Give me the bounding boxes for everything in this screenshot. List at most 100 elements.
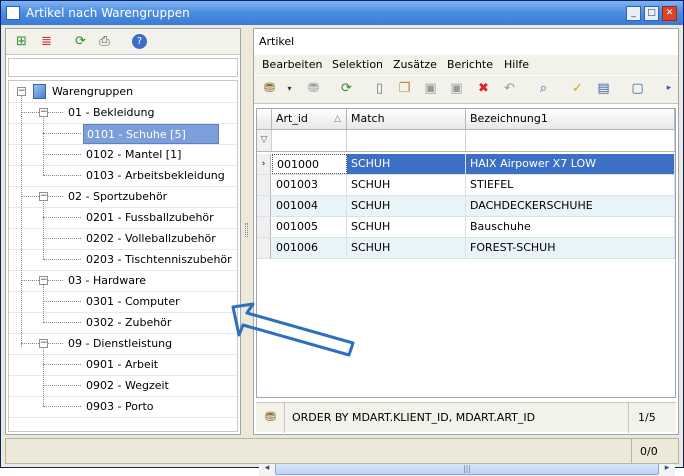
title-bar[interactable]: Artikel nach Warengruppen _ □ ✕ bbox=[1, 1, 683, 25]
current-row-indicator-icon: › bbox=[257, 154, 271, 174]
row-indicator bbox=[257, 217, 271, 237]
refresh-icon[interactable]: ⟳ bbox=[71, 32, 90, 51]
menu-bar: Bearbeiten Selektion Zusätze Berichte Hi… bbox=[254, 55, 678, 75]
cell-art-id[interactable]: 001004 bbox=[272, 196, 347, 216]
cell-art-id[interactable]: 001003 bbox=[272, 175, 347, 195]
table-row[interactable]: 001005 SCHUH Bauschuhe bbox=[257, 217, 675, 238]
edit-list-icon[interactable]: ≣ bbox=[37, 32, 56, 51]
filter-icon: ⛃ bbox=[265, 410, 276, 425]
filter-cell-match[interactable] bbox=[347, 130, 466, 151]
collapse-group-toggle[interactable]: − bbox=[39, 276, 48, 285]
row-indicator bbox=[257, 175, 271, 195]
table-row[interactable]: 001004 SCHUH DACHDECKERSCHUHE bbox=[257, 196, 675, 217]
tree-group[interactable]: 03 - Hardware bbox=[65, 271, 146, 291]
search-icon[interactable]: ⌕ bbox=[534, 79, 553, 98]
tree-item[interactable]: 0201 - Fussballzubehör bbox=[83, 208, 214, 228]
column-header-art-id[interactable]: Art_id △ bbox=[272, 109, 347, 130]
cell-bezeichnung[interactable]: FOREST-SCHUH bbox=[466, 238, 675, 258]
delete-icon[interactable]: ✖ bbox=[474, 79, 493, 98]
cell-bezeichnung[interactable]: HAIX Airpower X7 LOW bbox=[466, 154, 675, 174]
cell-art-id[interactable]: 001006 bbox=[272, 238, 347, 258]
tree-item-selected[interactable]: 0101 - Schuhe [5] bbox=[83, 124, 219, 144]
refresh-icon[interactable]: ⟳ bbox=[337, 79, 356, 98]
tree-item[interactable]: 0102 - Mantel [1] bbox=[83, 145, 181, 165]
collapse-group-toggle[interactable]: − bbox=[39, 108, 48, 117]
tree-panel: ⊞ ≣ ⟳ ⎙ ? − Warengruppen − 01 - Bekleidu… bbox=[5, 28, 241, 435]
new-document-icon[interactable]: ▯ bbox=[370, 79, 389, 98]
column-header-match[interactable]: Match bbox=[347, 109, 466, 130]
cell-match[interactable]: SCHUH bbox=[347, 154, 466, 174]
close-button[interactable]: ✕ bbox=[662, 6, 677, 21]
collapse-root-toggle[interactable]: − bbox=[17, 87, 26, 96]
app-icon bbox=[6, 6, 20, 20]
filter-row-icon: ▽ bbox=[257, 130, 272, 151]
window-title: Artikel nach Warengruppen bbox=[26, 6, 190, 20]
add-node-icon[interactable]: ⊞ bbox=[12, 32, 31, 51]
main-record-counter: 0/0 bbox=[640, 445, 658, 458]
table-row[interactable]: › 001000 SCHUH HAIX Airpower X7 LOW bbox=[257, 154, 675, 175]
more-toolbar-icon[interactable]: ▸ bbox=[662, 79, 676, 98]
row-indicator bbox=[257, 196, 271, 216]
cell-match[interactable]: SCHUH bbox=[347, 196, 466, 216]
minimize-button[interactable]: _ bbox=[626, 6, 641, 21]
menu-bearbeiten[interactable]: Bearbeiten bbox=[262, 58, 322, 71]
filter-cell-bezeichnung[interactable] bbox=[466, 130, 675, 151]
cell-bezeichnung[interactable]: DACHDECKERSCHUHE bbox=[466, 196, 675, 216]
clear-filter-icon[interactable]: ⛃ bbox=[304, 79, 323, 98]
save-icon[interactable]: ▣ bbox=[421, 79, 440, 98]
undo-icon[interactable]: ↶ bbox=[500, 79, 519, 98]
cell-bezeichnung[interactable]: Bauschuhe bbox=[466, 217, 675, 237]
collapse-group-toggle[interactable]: − bbox=[39, 192, 48, 201]
filter-cell-art-id[interactable] bbox=[272, 130, 347, 151]
card-icon[interactable]: ▤ bbox=[594, 79, 613, 98]
tree-group[interactable]: 02 - Sportzubehör bbox=[65, 187, 167, 207]
tree-item[interactable]: 0103 - Arbeitsbekleidung bbox=[83, 166, 225, 186]
tree-item[interactable]: 0903 - Porto bbox=[83, 397, 154, 417]
row-indicator-header bbox=[257, 109, 272, 130]
menu-berichte[interactable]: Berichte bbox=[447, 58, 493, 71]
report-icon[interactable]: ▢ bbox=[628, 79, 647, 98]
table-row[interactable]: 001003 SCHUH STIEFEL bbox=[257, 175, 675, 196]
cell-bezeichnung[interactable]: STIEFEL bbox=[466, 175, 675, 195]
menu-selektion[interactable]: Selektion bbox=[332, 58, 383, 71]
main-status-bar: 0/0 bbox=[5, 438, 679, 464]
cell-match[interactable]: SCHUH bbox=[347, 175, 466, 195]
dropdown-arrow-icon[interactable]: ▾ bbox=[280, 79, 299, 98]
tree-search-field[interactable] bbox=[8, 58, 238, 77]
application-window: Artikel nach Warengruppen _ □ ✕ ⊞ ≣ ⟳ ⎙ … bbox=[0, 0, 684, 476]
save-copy-icon[interactable]: ▣ bbox=[447, 79, 466, 98]
column-header-bezeichnung1[interactable]: Bezeichnung1 bbox=[466, 109, 675, 130]
table-row[interactable]: 001006 SCHUH FOREST-SCHUH bbox=[257, 238, 675, 259]
copy-icon[interactable]: ❐ bbox=[395, 79, 414, 98]
tree-group[interactable]: 09 - Dienstleistung bbox=[65, 334, 172, 354]
tree-item[interactable]: 0901 - Arbeit bbox=[83, 355, 158, 375]
help-icon[interactable]: ? bbox=[132, 34, 147, 49]
cell-match[interactable]: SCHUH bbox=[347, 238, 466, 258]
panel-title: Artikel bbox=[254, 29, 678, 55]
menu-hilfe[interactable]: Hilfe bbox=[504, 58, 529, 71]
collapse-group-toggle[interactable]: − bbox=[39, 339, 48, 348]
column-label: Match bbox=[351, 112, 385, 125]
sql-order-text: ORDER BY MDART.KLIENT_ID, MDART.ART_ID bbox=[292, 411, 536, 424]
tree-item[interactable]: 0202 - Volleballzubehör bbox=[83, 229, 216, 249]
tree-item[interactable]: 0301 - Computer bbox=[83, 292, 180, 312]
tree-item[interactable]: 0302 - Zubehör bbox=[83, 313, 171, 333]
menu-zusaetze[interactable]: Zusätze bbox=[393, 58, 437, 71]
mark-icon[interactable]: ✓ bbox=[568, 79, 587, 98]
grid-status-bar: ⛃ ORDER BY MDART.KLIENT_ID, MDART.ART_ID… bbox=[256, 402, 676, 433]
pane-splitter[interactable] bbox=[242, 28, 252, 435]
maximize-button[interactable]: □ bbox=[644, 6, 659, 21]
cell-art-id[interactable]: 001000 bbox=[272, 154, 347, 174]
cell-art-id[interactable]: 001005 bbox=[272, 217, 347, 237]
tree-group[interactable]: 01 - Bekleidung bbox=[65, 103, 154, 123]
record-counter: 1/5 bbox=[638, 411, 656, 424]
pointer-arrow-annotation bbox=[231, 302, 355, 357]
tree-item[interactable]: 0902 - Wegzeit bbox=[83, 376, 169, 396]
tree-item[interactable]: 0203 - Tischtenniszubehör bbox=[83, 250, 232, 270]
column-label: Art_id bbox=[276, 112, 308, 125]
tree-root[interactable]: Warengruppen bbox=[49, 82, 133, 102]
filter-icon[interactable]: ⛃ bbox=[260, 79, 279, 98]
cell-match[interactable]: SCHUH bbox=[347, 217, 466, 237]
tree-toolbar: ⊞ ≣ ⟳ ⎙ ? bbox=[6, 29, 240, 55]
print-icon[interactable]: ⎙ bbox=[95, 32, 114, 51]
